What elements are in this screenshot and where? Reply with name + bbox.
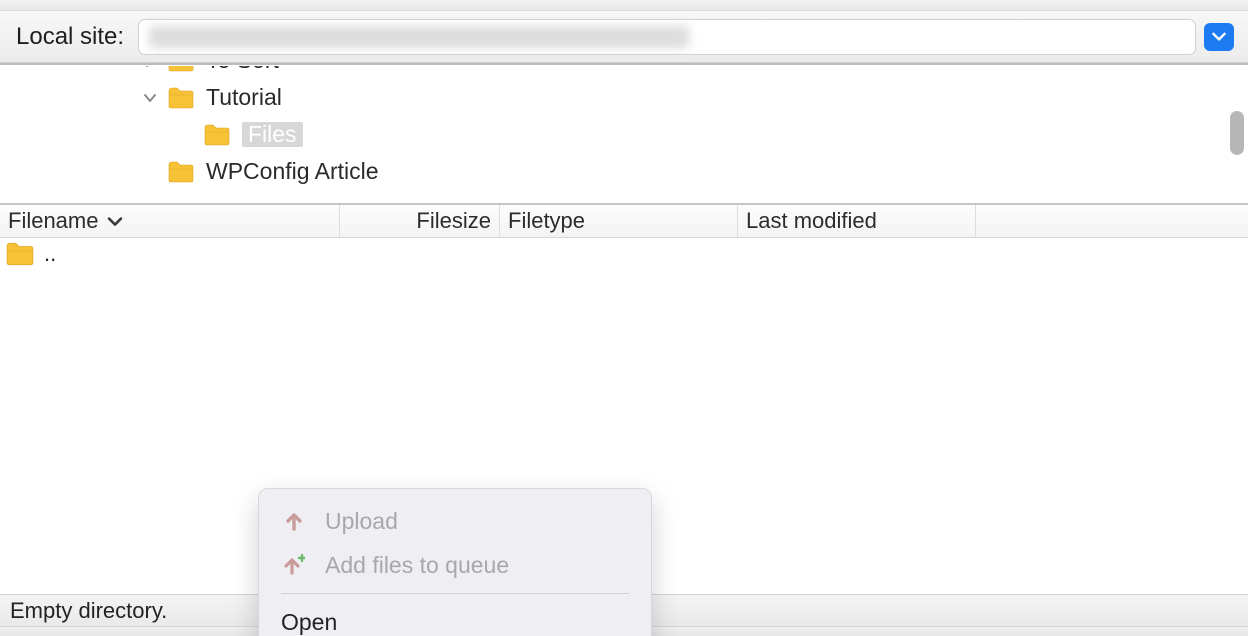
column-header-filetype[interactable]: Filetype: [500, 205, 738, 237]
tree-item-label: Files: [242, 122, 303, 147]
local-directory-tree[interactable]: To Sort Tutorial Files WPConfig Article: [0, 66, 1248, 205]
tree-item-to-sort[interactable]: To Sort: [0, 66, 1248, 79]
column-header-filesize[interactable]: Filesize: [340, 205, 500, 237]
add-to-queue-icon: [281, 552, 307, 578]
column-header-last-modified[interactable]: Last modified: [738, 205, 976, 237]
folder-icon: [6, 242, 34, 266]
parent-directory-label: ..: [44, 241, 56, 267]
window-top-strip: [0, 0, 1248, 11]
folder-icon: [204, 124, 230, 146]
folder-icon: [168, 161, 194, 183]
menu-add-files-to-queue: Add files to queue: [259, 543, 651, 587]
column-header-label: Filetype: [508, 208, 585, 234]
local-path-bar: Local site:: [0, 11, 1248, 63]
tree-item-label: WPConfig Article: [206, 159, 379, 184]
folder-icon: [168, 87, 194, 109]
menu-open[interactable]: Open: [259, 600, 651, 636]
column-header-filename[interactable]: Filename: [0, 205, 340, 237]
parent-directory-row[interactable]: ..: [0, 238, 1248, 270]
upload-icon: [281, 508, 307, 534]
menu-upload: Upload: [259, 499, 651, 543]
menu-item-label: Upload: [325, 508, 398, 535]
tree-item-label: Tutorial: [206, 85, 282, 110]
local-site-label: Local site:: [16, 23, 124, 51]
column-header-label: Filesize: [416, 208, 491, 234]
menu-item-label: Open: [281, 609, 337, 636]
local-path-value-obscured: [149, 26, 689, 48]
column-header-label: Last modified: [746, 208, 877, 234]
chevron-right-icon[interactable]: [140, 66, 160, 71]
tree-item-tutorial[interactable]: Tutorial: [0, 79, 1248, 116]
folder-icon: [168, 66, 194, 72]
file-list-pane[interactable]: .. Upload Add files to queue Open Edit: [0, 238, 1248, 594]
tree-scrollbar-thumb[interactable]: [1230, 111, 1244, 155]
context-menu: Upload Add files to queue Open Edit Crea…: [258, 488, 652, 636]
tree-item-files[interactable]: Files: [0, 116, 1248, 153]
menu-separator: [281, 593, 629, 594]
column-header-label: Filename: [8, 208, 98, 234]
sort-descending-icon: [106, 208, 124, 234]
tree-item-wpconfig-article[interactable]: WPConfig Article: [0, 153, 1248, 190]
status-text: Empty directory.: [10, 598, 167, 624]
local-path-dropdown-button[interactable]: [1204, 23, 1234, 51]
chevron-down-icon[interactable]: [140, 88, 160, 108]
tree-item-label: To Sort: [206, 66, 279, 73]
tree-scrollbar[interactable]: [1228, 66, 1246, 203]
local-path-input[interactable]: [138, 19, 1196, 55]
menu-item-label: Add files to queue: [325, 552, 509, 579]
file-list-column-header: Filename Filesize Filetype Last modified: [0, 205, 1248, 238]
